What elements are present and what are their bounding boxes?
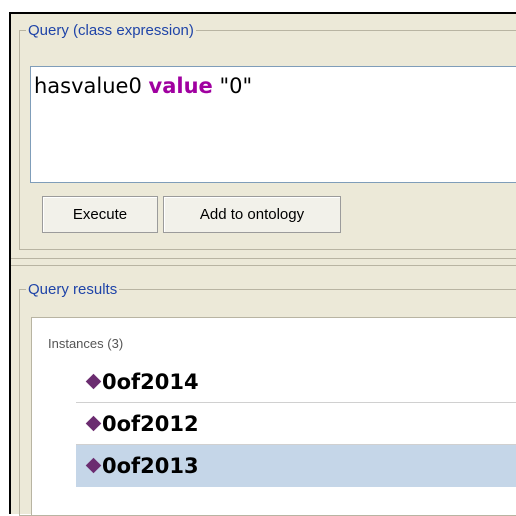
query-panel: Query (class expression) hasvalue0 value…: [11, 14, 516, 258]
split-pane-divider[interactable]: [11, 258, 516, 266]
results-list: Instances (3) 0of2014 0of2012 0of2013: [31, 317, 516, 516]
list-item-selected[interactable]: 0of2013: [76, 445, 516, 487]
add-to-ontology-button[interactable]: Add to ontology: [163, 196, 341, 233]
individual-label: 0of2012: [102, 411, 199, 436]
query-legend: Query (class expression): [28, 22, 194, 39]
dl-query-window: Query (class expression) hasvalue0 value…: [9, 12, 516, 516]
individual-label: 0of2014: [102, 369, 199, 394]
instances-section-header: Instances (3): [48, 336, 124, 351]
list-item[interactable]: 0of2014: [76, 361, 516, 403]
individual-label: 0of2013: [102, 454, 199, 478]
results-legend: Query results: [28, 281, 118, 298]
expression-literal: "0": [219, 74, 253, 98]
individual-diamond-icon: [86, 416, 102, 432]
expression-property: hasvalue0: [34, 74, 142, 98]
individual-diamond-icon: [86, 374, 102, 390]
expression-keyword: value: [148, 74, 213, 98]
individual-diamond-icon: [86, 458, 102, 474]
class-expression-editor[interactable]: hasvalue0 value "0": [30, 66, 516, 183]
execute-button[interactable]: Execute: [42, 196, 158, 233]
list-item[interactable]: 0of2012: [76, 403, 516, 445]
